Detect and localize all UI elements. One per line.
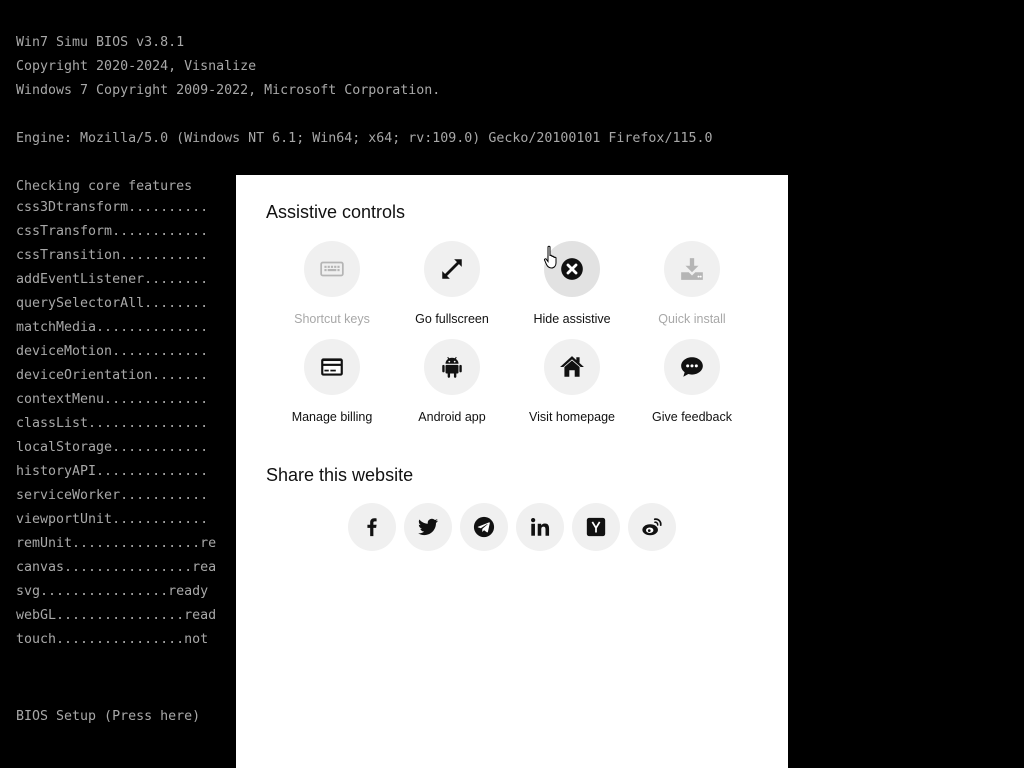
control-label: Android app — [418, 410, 486, 424]
keyboard-icon — [304, 241, 360, 297]
feature-line: deviceMotion............ — [16, 344, 209, 359]
download-icon — [664, 241, 720, 297]
control-label: Quick install — [658, 312, 726, 326]
share-weibo-button[interactable] — [628, 503, 676, 551]
feature-line: webGL................read — [16, 608, 217, 623]
share-ycombinator-button[interactable] — [572, 503, 620, 551]
feature-line: querySelectorAll........ — [16, 296, 209, 311]
feature-line: contextMenu............. — [16, 392, 209, 407]
give-feedback-button[interactable]: Give feedback — [632, 339, 752, 424]
feature-line: remUnit................re — [16, 536, 217, 551]
share-website-title: Share this website — [266, 465, 414, 485]
weibo-icon — [642, 518, 662, 536]
linkedin-icon — [531, 518, 550, 536]
control-label: Shortcut keys — [294, 312, 370, 326]
bios-version-line: Win7 Simu BIOS v3.8.1 — [16, 35, 185, 50]
feature-line: localStorage............ — [16, 440, 209, 455]
go-fullscreen-button[interactable]: Go fullscreen — [392, 241, 512, 326]
assistive-controls-dialog: Assistive controls Shortcut keys Go full… — [236, 175, 788, 768]
control-label: Give feedback — [652, 410, 732, 424]
shortcut-keys-button[interactable]: Shortcut keys — [272, 241, 392, 326]
windows-copyright-line: Windows 7 Copyright 2009-2022, Microsoft… — [16, 83, 441, 98]
android-app-button[interactable]: Android app — [392, 339, 512, 424]
feature-line: svg................ready — [16, 584, 209, 599]
assistive-controls-title: Assistive controls — [266, 202, 406, 222]
feature-line: css3Dtransform.......... — [16, 200, 209, 215]
home-icon — [544, 339, 600, 395]
chat-icon — [664, 339, 720, 395]
bios-setup-link[interactable]: BIOS Setup (Press here) — [16, 709, 200, 725]
expand-icon — [424, 241, 480, 297]
control-label: Go fullscreen — [415, 312, 489, 326]
quick-install-button[interactable]: Quick install — [632, 241, 752, 326]
feature-line: touch................not — [16, 632, 209, 647]
control-label: Manage billing — [291, 410, 373, 424]
feature-line: viewportUnit............ — [16, 512, 209, 527]
feature-line: addEventListener........ — [16, 272, 209, 287]
feature-line: cssTransition........... — [16, 248, 209, 263]
manage-billing-button[interactable]: Manage billing — [272, 339, 392, 424]
feature-line: canvas................rea — [16, 560, 217, 575]
hide-assistive-button[interactable]: Hide assistive — [512, 241, 632, 326]
twitter-icon — [418, 518, 439, 536]
hand-cursor-icon — [543, 245, 557, 269]
feature-line: matchMedia.............. — [16, 320, 209, 335]
android-icon — [424, 339, 480, 395]
bios-copyright-line: Copyright 2020-2024, Visnalize — [16, 59, 257, 74]
engine-line: Engine: Mozilla/5.0 (Windows NT 6.1; Win… — [16, 131, 713, 146]
feature-line: classList............... — [16, 416, 209, 431]
ycombinator-icon — [586, 517, 606, 537]
feature-line: deviceOrientation....... — [16, 368, 209, 383]
feature-line: serviceWorker........... — [16, 488, 209, 503]
share-linkedin-button[interactable] — [516, 503, 564, 551]
feature-line: historyAPI.............. — [16, 464, 209, 479]
share-facebook-button[interactable] — [348, 503, 396, 551]
checking-title: Checking core features — [16, 179, 193, 194]
control-label: Hide assistive — [533, 312, 611, 326]
share-twitter-button[interactable] — [404, 503, 452, 551]
credit-card-icon — [304, 339, 360, 395]
feature-line: cssTransform............ — [16, 224, 209, 239]
control-label: Visit homepage — [529, 410, 615, 424]
facebook-icon — [367, 518, 377, 537]
visit-homepage-button[interactable]: Visit homepage — [512, 339, 632, 424]
share-telegram-button[interactable] — [460, 503, 508, 551]
telegram-icon — [473, 516, 495, 538]
